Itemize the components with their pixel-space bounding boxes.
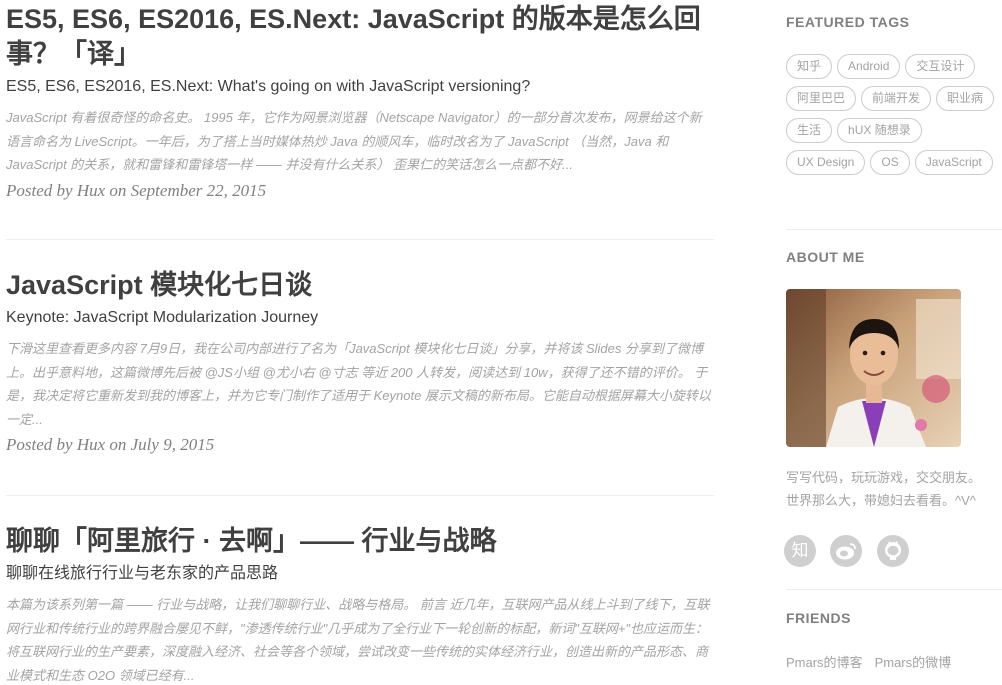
post-divider <box>6 495 714 496</box>
post-title[interactable]: 聊聊「阿里旅行 · 去啊」—— 行业与战略 <box>6 524 714 559</box>
tag-link[interactable]: Android <box>837 54 901 79</box>
tag-link[interactable]: 职业病 <box>936 86 995 111</box>
tag-link[interactable]: 前端开发 <box>861 86 932 111</box>
featured-tags-title: FEATURED TAGS <box>786 14 910 30</box>
tag-link[interactable]: 生活 <box>786 118 833 143</box>
post-preview[interactable]: ES5, ES6, ES2016, ES.Next: JavaScript 的版… <box>6 2 714 203</box>
post-excerpt[interactable]: 下滑这里查看更多内容 7月9日，我在公司内部进行了名为「JavaScript 模… <box>6 337 714 431</box>
tag-link[interactable]: JavaScript <box>914 150 993 175</box>
post-title[interactable]: JavaScript 模块化七日谈 <box>6 268 714 303</box>
friend-link[interactable]: Pmars的博客 <box>786 655 863 670</box>
about-me-line: 世界那么大，带媳妇去看看。^V^ <box>786 493 976 508</box>
post-preview[interactable]: 聊聊「阿里旅行 · 去啊」—— 行业与战略 聊聊在线旅行行业与老东家的产品思路 … <box>6 524 714 685</box>
github-icon[interactable] <box>877 535 909 567</box>
post-divider <box>6 239 714 240</box>
post-meta: Posted by Hux on July 9, 2015 <box>6 435 215 454</box>
tag-cloud: 知乎 Android 交互设计阿里巴巴 前端开发 职业病生活 hUX 随想录 UX Desi… <box>786 54 1002 182</box>
post-excerpt[interactable]: 本篇为该系列第一篇 —— 行业与战略，让我们聊聊行业、战略与格局。 前言 近几年… <box>6 593 714 685</box>
post-title[interactable]: ES5, ES6, ES2016, ES.Next: JavaScript 的版… <box>6 2 714 72</box>
avatar <box>786 289 961 447</box>
github-glyph <box>885 541 901 560</box>
weibo-glyph <box>836 543 856 560</box>
sidebar-divider <box>786 589 1002 590</box>
post-excerpt[interactable]: JavaScript 有着很奇怪的命名史。 1995 年，它作为网景浏览器（Ne… <box>6 106 714 177</box>
post-preview[interactable]: JavaScript 模块化七日谈 Keynote: JavaScript Mo… <box>6 268 714 457</box>
post-subtitle[interactable]: Keynote: JavaScript Modularization Journ… <box>6 307 714 329</box>
tag-link[interactable]: 交互设计 <box>905 54 976 79</box>
friends-list: Pmars的博客 Pmars的微博 <box>786 652 963 671</box>
friends-title: FRIENDS <box>786 610 851 626</box>
weibo-icon[interactable] <box>830 535 862 567</box>
zhihu-glyph: 知 <box>791 541 809 560</box>
tag-link[interactable]: UX Design <box>786 150 866 175</box>
post-subtitle[interactable]: ES5, ES6, ES2016, ES.Next: What's going … <box>6 76 714 98</box>
post-subtitle[interactable]: 聊聊在线旅行行业与老东家的产品思路 <box>6 563 714 585</box>
sidebar-divider <box>786 229 1002 230</box>
tag-link[interactable]: 阿里巴巴 <box>786 86 857 111</box>
about-me-line: 写写代码，玩玩游戏，交交朋友。 <box>786 470 982 485</box>
about-me-title: ABOUT ME <box>786 249 865 265</box>
about-me-text: 写写代码，玩玩游戏，交交朋友。 世界那么大，带媳妇去看看。^V^ <box>786 466 1002 512</box>
tag-link[interactable]: OS <box>870 150 910 175</box>
friend-link[interactable]: Pmars的微博 <box>875 655 952 670</box>
tag-link[interactable]: hUX 随想录 <box>837 118 922 143</box>
tag-link[interactable]: 知乎 <box>786 54 833 79</box>
zhihu-icon[interactable]: 知 <box>784 535 816 567</box>
post-meta: Posted by Hux on September 22, 2015 <box>6 180 267 200</box>
